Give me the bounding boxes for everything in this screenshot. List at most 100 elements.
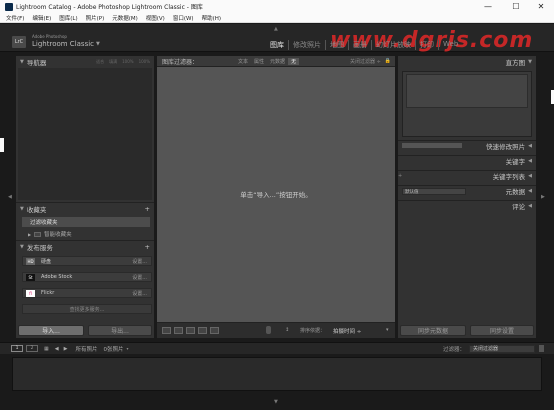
filter-switch-icon[interactable] [539, 345, 544, 352]
filmstrip[interactable] [12, 357, 542, 391]
metadata-title: 元数据 [505, 188, 526, 196]
zoom-100[interactable]: 100% [122, 59, 133, 65]
publish-service-stock[interactable]: St Adobe Stock 设置... [22, 272, 152, 282]
chevron-down-icon[interactable]: ▼ [96, 41, 100, 47]
right-panel-toggle-icon[interactable]: ▶ [541, 194, 545, 200]
filmstrip-source[interactable]: 所有照片 [75, 345, 97, 353]
collection-item[interactable]: 过滤收藏夹 [22, 217, 150, 227]
library-toolbar: ↕ 排序依据： 拍摄时间 ÷ ▾ [157, 322, 395, 338]
people-view-icon[interactable] [210, 327, 219, 334]
menu-bar: 文件(F) 编辑(E) 图库(L) 照片(P) 元数据(M) 视图(V) 窗口(… [0, 13, 554, 23]
back-icon[interactable]: ◀ [55, 346, 59, 352]
menu-photo[interactable]: 照片(P) [86, 14, 105, 22]
import-button[interactable]: 导入... [18, 325, 84, 336]
loupe-view-icon[interactable] [174, 327, 183, 334]
grid-view[interactable]: 单击“导入...”按钮开始。 [157, 56, 395, 322]
collection-item-label: 过滤收藏夹 [30, 220, 58, 226]
left-edge-tab[interactable] [0, 138, 4, 152]
sync-settings-button[interactable]: 同步设置 [470, 325, 534, 336]
keywording-header[interactable]: 关键字 ◀ [398, 155, 536, 166]
add-keyword-button[interactable]: + [398, 173, 402, 179]
left-panel-toggle-icon[interactable]: ◀ [8, 194, 12, 200]
menu-library[interactable]: 图库(L) [59, 14, 77, 22]
minimize-button[interactable]: — [475, 0, 501, 13]
empty-message: 单击“导入...”按钮开始。 [240, 191, 312, 199]
survey-view-icon[interactable] [198, 327, 207, 334]
grid-view-icon[interactable] [162, 327, 171, 334]
menu-window[interactable]: 窗口(W) [173, 14, 194, 22]
metadata-preset-dropdown[interactable]: 默认值 [402, 188, 466, 195]
menu-view[interactable]: 视图(V) [146, 14, 165, 22]
publish-service-harddrive[interactable]: HD 硬盘 设置... [22, 256, 152, 266]
filter-preset-dropdown[interactable]: 关闭过滤器 ÷ [350, 58, 381, 65]
smart-folder-icon [34, 231, 42, 237]
service-name: 硬盘 [41, 259, 52, 265]
triangle-down-icon: ▼ [20, 205, 24, 212]
forward-icon[interactable]: ▶ [64, 346, 68, 352]
module-develop[interactable]: 修改照片 [289, 40, 326, 50]
filter-tab-attribute[interactable]: 属性 [251, 58, 267, 65]
comments-header[interactable]: 评论 ◀ [398, 200, 536, 211]
hard-drive-icon: HD [26, 258, 35, 265]
module-print[interactable]: 打印 [416, 40, 439, 50]
screen-2-button[interactable]: 2 [26, 345, 38, 352]
zoom-fit[interactable]: 适合 [96, 59, 104, 65]
maximize-button[interactable]: ☐ [503, 0, 529, 13]
chevron-down-icon[interactable]: ▾ [126, 346, 128, 351]
filter-tab-metadata[interactable]: 元数据 [267, 58, 288, 65]
zoom-fill[interactable]: 填满 [109, 59, 117, 65]
module-library[interactable]: 图库 [266, 40, 289, 50]
zoom-custom[interactable]: 100% [139, 59, 150, 65]
publish-service-flickr[interactable]: fl Flickr 设置... [22, 288, 152, 298]
grid-icon[interactable]: ▦ [44, 346, 49, 352]
menu-help[interactable]: 帮助(H) [202, 14, 221, 22]
triangle-left-icon: ◀ [528, 158, 532, 164]
service-settings-button[interactable]: 设置... [132, 258, 147, 265]
metadata-header[interactable]: 默认值 元数据 ◀ [398, 185, 536, 196]
module-web[interactable]: Web [439, 40, 462, 50]
menu-edit[interactable]: 编辑(E) [32, 14, 51, 22]
publish-header[interactable]: ▼ 发布服务 + [16, 241, 154, 252]
keyword-list-title: 关键字列表 [492, 173, 526, 181]
service-settings-button[interactable]: 设置... [132, 274, 147, 281]
histogram-header[interactable]: 直方图 ▼ [398, 56, 536, 67]
add-publish-button[interactable]: + [145, 243, 150, 251]
navigator-preview[interactable] [18, 68, 152, 200]
adobe-stock-icon: St [26, 274, 35, 281]
sync-metadata-button[interactable]: 同步元数据 [400, 325, 466, 336]
filter-tab-text[interactable]: 文本 [235, 58, 251, 65]
spray-can-icon[interactable] [266, 326, 271, 334]
triangle-left-icon: ◀ [528, 188, 532, 194]
lock-icon[interactable]: 🔒 [385, 58, 391, 64]
add-collection-button[interactable]: + [145, 205, 150, 213]
sort-dropdown[interactable]: 拍摄时间 ÷ [333, 327, 361, 335]
collection-item[interactable]: ▶ 智能收藏夹 [28, 230, 72, 238]
close-button[interactable]: ✕ [528, 0, 554, 13]
menu-metadata[interactable]: 元数据(M) [112, 14, 138, 22]
service-settings-button[interactable]: 设置... [132, 290, 147, 297]
collections-header[interactable]: ▼ 收藏夹 + [16, 203, 154, 214]
comments-title: 评论 [512, 203, 526, 211]
module-picker: 图库 修改照片 地图 画册 幻灯片放映 打印 Web [266, 40, 462, 50]
triangle-down-icon: ▼ [20, 58, 24, 65]
bottom-panel-toggle-icon[interactable]: ▼ [274, 399, 278, 405]
chevron-down-icon[interactable]: ▾ [386, 327, 389, 333]
filter-tab-none[interactable]: 无 [288, 57, 300, 65]
screen-1-button[interactable]: 1 [11, 345, 23, 352]
module-map[interactable]: 地图 [326, 40, 349, 50]
export-button[interactable]: 导出... [88, 325, 152, 336]
compare-view-icon[interactable] [186, 327, 195, 334]
module-slideshow[interactable]: 幻灯片放映 [372, 40, 416, 50]
module-book[interactable]: 画册 [349, 40, 372, 50]
quick-develop-preset[interactable] [402, 143, 462, 148]
filmstrip-filter-dropdown[interactable]: 关闭过滤器 [469, 344, 535, 353]
quick-develop-title: 快速修改照片 [486, 143, 526, 151]
window-title: Lightroom Catalog - Adobe Photoshop Ligh… [16, 4, 203, 11]
top-panel-toggle-icon[interactable]: ▲ [274, 26, 278, 32]
histogram-title: 直方图 [505, 58, 526, 67]
find-more-services-button[interactable]: 查找更多服务... [22, 304, 152, 314]
sort-direction-icon[interactable]: ↕ [285, 327, 289, 333]
menu-file[interactable]: 文件(F) [6, 14, 24, 22]
keyword-list-header[interactable]: + 关键字列表 ◀ [398, 170, 536, 181]
navigator-header[interactable]: ▼ 导航器 适合 填满 100% 100% [16, 56, 154, 67]
